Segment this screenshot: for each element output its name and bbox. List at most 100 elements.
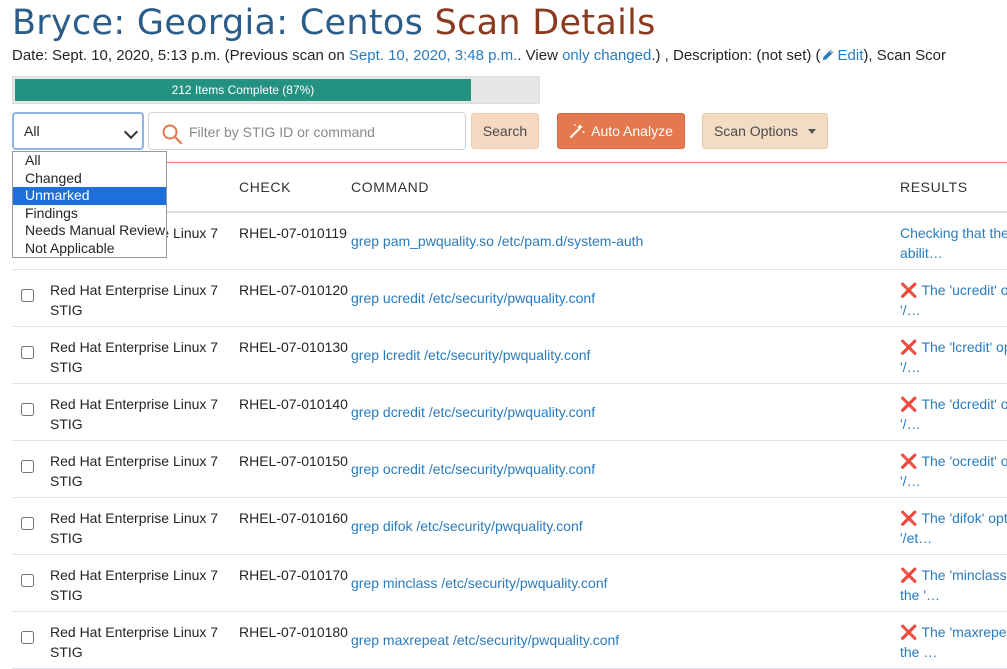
table-row[interactable]: Red Hat Enterprise Linux 7 STIG RHEL-07-0… [12, 269, 1007, 327]
check-cell: RHEL-07-010160 [239, 497, 351, 555]
row-checkbox[interactable] [21, 631, 34, 644]
table-row[interactable]: Red Hat Enterprise Linux 7 STIG RHEL-07-0… [12, 497, 1007, 555]
view-text: . View [517, 47, 563, 64]
check-id: RHEL-07-010160 [239, 510, 348, 526]
profile-cell: Red Hat Enterprise Linux 7 STIG [50, 440, 239, 498]
table-row[interactable]: Red Hat Enterprise Linux 7 STIG RHEL-07-0… [12, 326, 1007, 384]
chevron-down-icon [123, 124, 139, 140]
row-select-cell [12, 269, 50, 327]
filter-option[interactable]: Changed [13, 170, 166, 188]
profile-text: Red Hat Enterprise Linux 7 STIG [50, 567, 219, 603]
x-mark-icon: ❌ [900, 510, 918, 526]
command-cell: grep dcredit /etc/security/pwquality.con… [351, 383, 900, 441]
command-link[interactable]: grep lcredit /etc/security/pwquality.con… [351, 347, 590, 363]
result-link[interactable]: Checking that the abilit… [900, 225, 1007, 261]
table-row[interactable]: Red Hat Enterprise Linux 7 STIG RHEL-07-0… [12, 440, 1007, 498]
x-mark-icon: ❌ [900, 567, 918, 583]
command-cell: grep ucredit /etc/security/pwquality.con… [351, 269, 900, 327]
header-check[interactable]: CHECK [239, 162, 351, 213]
profile-text: Red Hat Enterprise Linux 7 STIG [50, 339, 219, 375]
row-checkbox[interactable] [21, 574, 34, 587]
search-button[interactable]: Search [471, 113, 539, 149]
table-row[interactable]: Red Hat Enterprise Linux 7 STIG RHEL-07-0… [12, 383, 1007, 441]
progress-fill: 212 Items Complete (87%) [15, 79, 471, 101]
profile-text: Red Hat Enterprise Linux 7 STIG [50, 510, 219, 546]
scan-score-text: ), Scan Scor [863, 47, 946, 64]
result-cell: ❌ The 'ocredit' o '/… [900, 440, 1007, 498]
check-id: RHEL-07-010120 [239, 282, 348, 298]
header-command[interactable]: COMMAND [351, 162, 900, 213]
check-cell: RHEL-07-010130 [239, 326, 351, 384]
row-checkbox[interactable] [21, 460, 34, 473]
row-checkbox[interactable] [21, 517, 34, 530]
row-select-cell [12, 383, 50, 441]
search-box [148, 112, 466, 150]
page-title: Bryce: Georgia: Centos Scan Details [12, 2, 656, 44]
magic-wand-icon [570, 124, 585, 138]
check-cell: RHEL-07-010150 [239, 440, 351, 498]
profile-cell: Red Hat Enterprise Linux 7 STIG [50, 611, 239, 669]
check-id: RHEL-07-010140 [239, 396, 348, 412]
auto-analyze-button[interactable]: Auto Analyze [557, 113, 685, 149]
filter-option[interactable]: All [13, 152, 166, 170]
command-cell: grep lcredit /etc/security/pwquality.con… [351, 326, 900, 384]
x-mark-icon: ❌ [900, 453, 918, 469]
title-separator: : [276, 3, 289, 43]
check-cell: RHEL-07-010119 [239, 212, 351, 270]
command-link[interactable]: grep maxrepeat /etc/security/pwquality.c… [351, 632, 619, 648]
filter-option[interactable]: Unmarked [13, 187, 166, 205]
search-input[interactable] [187, 117, 461, 147]
command-link[interactable]: grep minclass /etc/security/pwquality.co… [351, 575, 608, 591]
row-select-cell [12, 554, 50, 612]
x-mark-icon: ❌ [900, 396, 918, 412]
profile-cell: Red Hat Enterprise Linux 7 STIG [50, 326, 239, 384]
check-id: RHEL-07-010180 [239, 624, 348, 640]
command-cell: grep minclass /etc/security/pwquality.co… [351, 554, 900, 612]
title-host: Georgia [136, 3, 277, 43]
result-cell: ❌ The 'maxrepe the … [900, 611, 1007, 669]
row-select-cell [12, 497, 50, 555]
auto-analyze-label: Auto Analyze [591, 123, 673, 139]
command-link[interactable]: grep difok /etc/security/pwquality.conf [351, 518, 583, 534]
scan-meta: Date: Sept. 10, 2020, 5:13 p.m. (Previou… [12, 46, 946, 66]
title-separator: : [113, 3, 126, 43]
profile-cell: Red Hat Enterprise Linux 7 STIG [50, 554, 239, 612]
edit-link[interactable]: Edit [821, 47, 864, 64]
header-results[interactable]: RESULTS [900, 162, 1007, 213]
check-cell: RHEL-07-010140 [239, 383, 351, 441]
only-changed-link[interactable]: only changed [562, 47, 651, 64]
result-cell: Checking that the abilit… [900, 212, 1007, 270]
row-checkbox[interactable] [21, 346, 34, 359]
row-checkbox[interactable] [21, 289, 34, 302]
result-cell: ❌ The 'ucredit' o '/… [900, 269, 1007, 327]
profile-text: Red Hat Enterprise Linux 7 STIG [50, 624, 219, 660]
filter-option[interactable]: Not Applicable [13, 240, 166, 258]
filter-option[interactable]: Needs Manual Review [13, 222, 166, 240]
profile-text: Red Hat Enterprise Linux 7 STIG [50, 453, 219, 489]
row-select-cell [12, 326, 50, 384]
scan-date: Date: Sept. 10, 2020, 5:13 p.m. (Previou… [12, 47, 349, 64]
filter-selected-value: All [24, 123, 40, 139]
edit-label: Edit [837, 47, 864, 64]
command-cell: grep pam_pwquality.so /etc/pam.d/system-… [351, 212, 900, 270]
row-select-cell [12, 611, 50, 669]
filter-select[interactable]: All [12, 112, 144, 150]
table-row[interactable]: Red Hat Enterprise Linux 7 STIG RHEL-07-0… [12, 611, 1007, 669]
result-cell: ❌ The 'minclass the '… [900, 554, 1007, 612]
table-row[interactable]: Red Hat Enterprise Linux 7 STIG RHEL-07-0… [12, 554, 1007, 612]
profile-cell: Red Hat Enterprise Linux 7 STIG [50, 383, 239, 441]
description-text: .) , Description: (not set) ( [651, 47, 821, 64]
title-page: Scan Details [434, 3, 656, 43]
profile-text: Red Hat Enterprise Linux 7 STIG [50, 396, 219, 432]
check-id: RHEL-07-010119 [239, 225, 347, 241]
scan-options-button[interactable]: Scan Options [702, 113, 828, 149]
command-link[interactable]: grep ocredit /etc/security/pwquality.con… [351, 461, 595, 477]
check-id: RHEL-07-010130 [239, 339, 348, 355]
command-link[interactable]: grep pam_pwquality.so /etc/pam.d/system-… [351, 233, 643, 249]
filter-option[interactable]: Findings [13, 205, 166, 223]
title-system: Bryce [12, 3, 114, 43]
row-checkbox[interactable] [21, 403, 34, 416]
command-link[interactable]: grep ucredit /etc/security/pwquality.con… [351, 290, 595, 306]
command-link[interactable]: grep dcredit /etc/security/pwquality.con… [351, 404, 595, 420]
previous-scan-link[interactable]: Sept. 10, 2020, 3:48 p.m. [349, 47, 517, 64]
